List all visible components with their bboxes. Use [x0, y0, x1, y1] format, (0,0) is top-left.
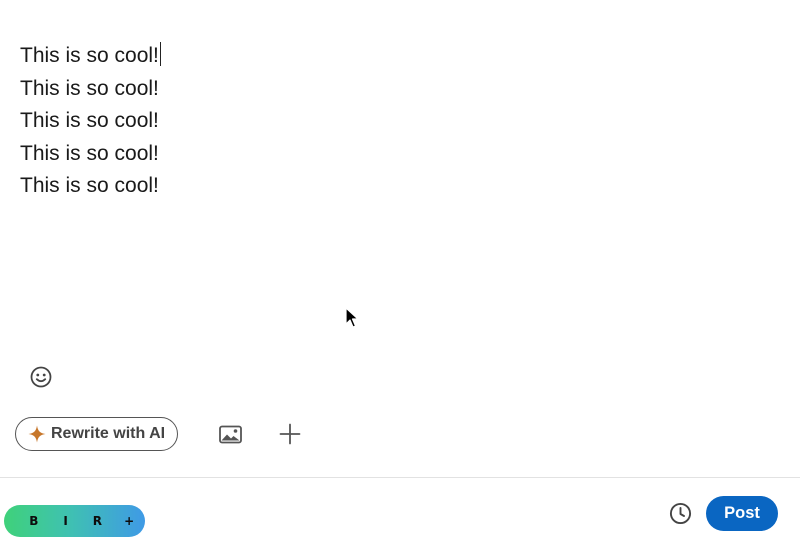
editor-line[interactable]: This is so cool!	[20, 105, 760, 138]
bold-button[interactable]: B	[18, 514, 50, 528]
editor-line[interactable]: This is so cool!	[20, 40, 760, 73]
editor-line[interactable]: This is so cool!	[20, 138, 760, 171]
plus-icon	[279, 423, 301, 445]
post-button[interactable]: Post	[706, 496, 778, 531]
post-composer: This is so cool! This is so cool! This i…	[0, 0, 800, 545]
schedule-post-button[interactable]	[668, 501, 692, 525]
image-icon	[218, 425, 242, 443]
editor-line[interactable]: This is so cool!	[20, 73, 760, 106]
sparkle-icon	[28, 425, 46, 443]
emoji-smiley-icon	[30, 366, 52, 388]
editor-line-text: This is so cool!	[20, 141, 159, 165]
add-image-button[interactable]	[217, 421, 243, 447]
editor-line[interactable]: This is so cool!	[20, 170, 760, 203]
clock-icon	[669, 502, 691, 524]
editor-line-text: This is so cool!	[20, 109, 159, 132]
text-caret	[159, 42, 161, 66]
formatting-toolbar: B I R +	[4, 505, 145, 537]
rewrite-with-ai-button[interactable]: Rewrite with AI	[15, 417, 179, 451]
mouse-pointer-icon	[345, 307, 359, 328]
composer-toolbar: Rewrite with AI	[15, 416, 301, 452]
r-format-button[interactable]: R	[82, 514, 114, 528]
format-more-button[interactable]: +	[113, 514, 145, 528]
editor-line-text: This is so cool!	[20, 76, 159, 100]
emoji-button[interactable]	[29, 365, 53, 389]
post-text-editor[interactable]: This is so cool! This is so cool! This i…	[20, 40, 760, 203]
footer-divider	[0, 477, 800, 478]
rewrite-label: Rewrite with AI	[51, 425, 166, 442]
editor-line-text: This is so cool!	[20, 44, 159, 67]
editor-line-text: This is so cool!	[20, 174, 159, 197]
more-options-button[interactable]	[277, 421, 303, 447]
italic-button[interactable]: I	[50, 514, 82, 528]
